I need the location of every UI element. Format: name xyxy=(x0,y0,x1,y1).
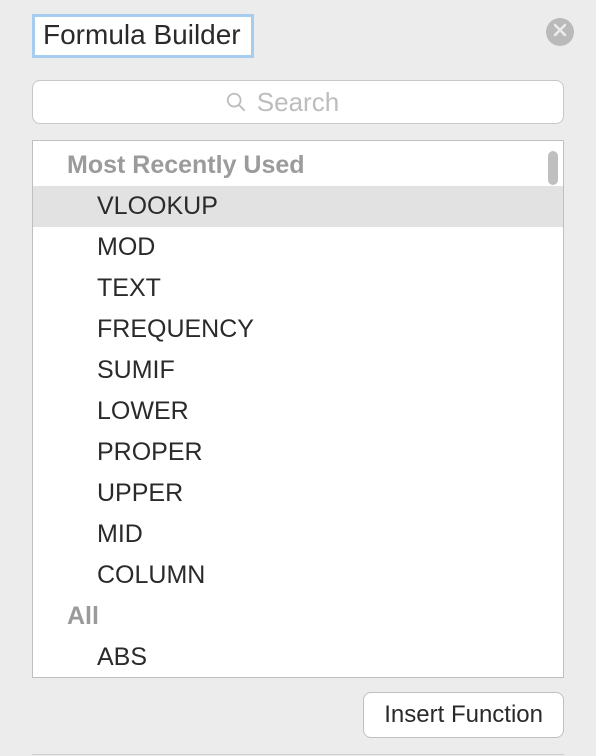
button-row: Insert Function xyxy=(32,692,564,738)
close-icon xyxy=(553,23,567,42)
function-item[interactable]: MID xyxy=(33,514,563,555)
scrollbar-thumb[interactable] xyxy=(548,151,558,185)
function-item[interactable]: MOD xyxy=(33,227,563,268)
divider xyxy=(32,754,564,755)
group-header-all: All xyxy=(33,596,563,637)
function-item[interactable]: VLOOKUP xyxy=(33,186,563,227)
function-item[interactable]: SUMIF xyxy=(33,350,563,391)
function-item[interactable]: LOWER xyxy=(33,391,563,432)
function-item[interactable]: COLUMN xyxy=(33,555,563,596)
close-button[interactable] xyxy=(546,18,574,46)
function-item[interactable]: ABS xyxy=(33,637,563,677)
insert-function-button[interactable]: Insert Function xyxy=(363,692,564,738)
function-item[interactable]: TEXT xyxy=(33,268,563,309)
function-item[interactable]: PROPER xyxy=(33,432,563,473)
function-item[interactable]: FREQUENCY xyxy=(33,309,563,350)
search-field-wrap xyxy=(32,80,564,124)
function-list: Most Recently Used VLOOKUP MOD TEXT FREQ… xyxy=(32,140,564,678)
panel-title: Formula Builder xyxy=(32,14,254,58)
search-input[interactable] xyxy=(32,80,564,124)
function-list-inner[interactable]: Most Recently Used VLOOKUP MOD TEXT FREQ… xyxy=(33,141,563,677)
group-header-recent: Most Recently Used xyxy=(33,141,563,186)
function-item[interactable]: UPPER xyxy=(33,473,563,514)
